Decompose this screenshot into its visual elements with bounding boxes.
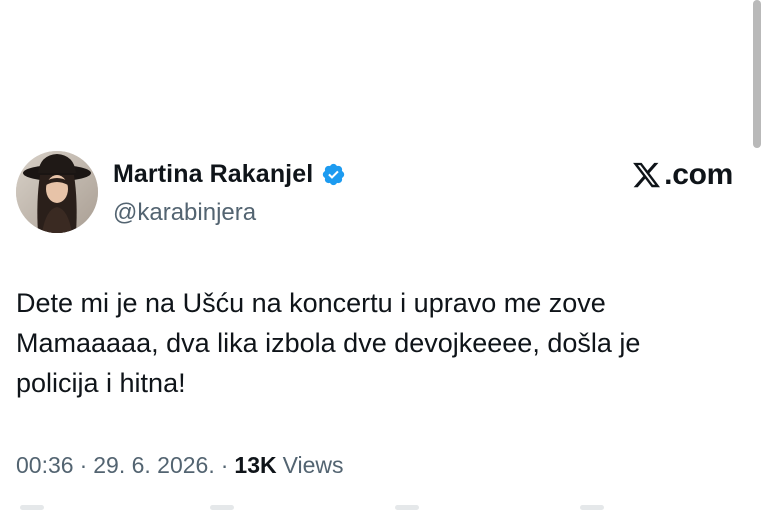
x-logo-icon bbox=[631, 160, 662, 190]
tweet-date[interactable]: 29. 6. 2026. bbox=[93, 452, 215, 479]
reply-icon[interactable] bbox=[20, 505, 44, 510]
author-name-row: Martina Rakanjel bbox=[113, 160, 346, 189]
brand-domain: .com bbox=[664, 158, 733, 191]
meta-separator: · bbox=[79, 452, 88, 478]
tweet-text: Dete mi je na Ušću na koncertu i upravo … bbox=[16, 288, 641, 398]
meta-separator: · bbox=[220, 452, 229, 478]
views-count: 13K bbox=[234, 452, 277, 478]
tweet-card: Martina Rakanjel @karabinjera .com Dete … bbox=[0, 0, 765, 510]
tweet-meta: 00:36 · 29. 6. 2026. · 13K Views bbox=[16, 452, 344, 479]
author-handle[interactable]: @karabinjera bbox=[113, 199, 256, 227]
brand: .com bbox=[631, 158, 733, 192]
like-icon[interactable] bbox=[395, 505, 419, 510]
avatar-image bbox=[16, 151, 98, 233]
author-name[interactable]: Martina Rakanjel bbox=[113, 160, 313, 189]
repost-icon[interactable] bbox=[210, 505, 234, 510]
avatar[interactable] bbox=[16, 151, 98, 233]
views-label: Views bbox=[282, 452, 344, 478]
action-bar-edge bbox=[0, 503, 765, 510]
verified-badge-icon bbox=[321, 162, 346, 187]
share-icon[interactable] bbox=[580, 505, 604, 510]
tweet-time[interactable]: 00:36 bbox=[16, 452, 74, 479]
